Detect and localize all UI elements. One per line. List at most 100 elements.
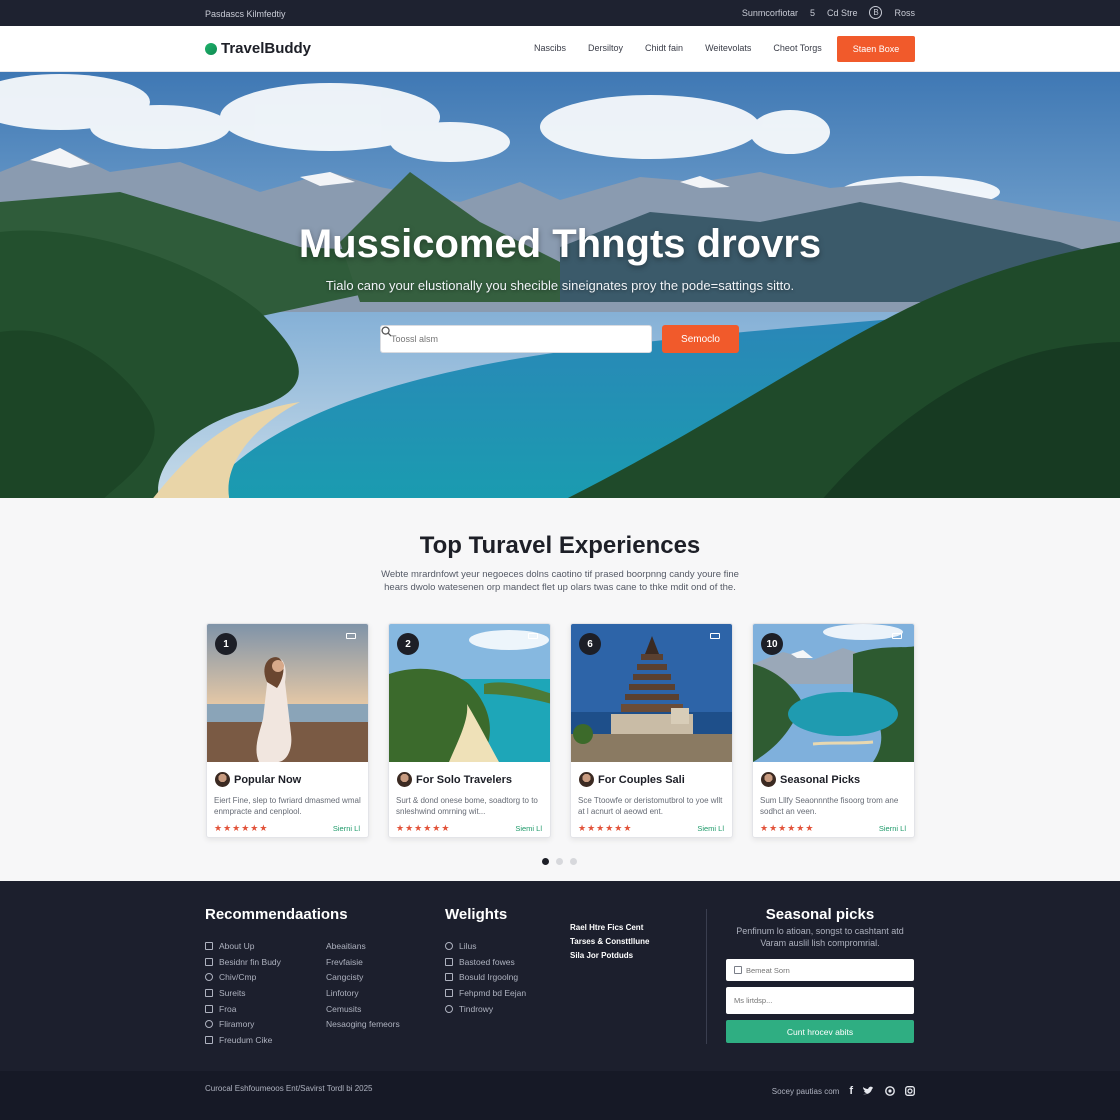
avatar: [215, 772, 230, 787]
brand-logo[interactable]: TravelBuddy: [205, 40, 311, 57]
footer-link[interactable]: Abeaitians: [326, 938, 400, 954]
utility-badge[interactable]: B: [869, 6, 883, 19]
card-link[interactable]: Sierni Ll: [879, 824, 906, 833]
email-input[interactable]: [746, 965, 906, 975]
footer-link[interactable]: Freudum Cike: [205, 1032, 281, 1048]
footer-link[interactable]: Fliramory: [205, 1016, 281, 1032]
social-links: Socey pautias com f: [772, 1085, 915, 1097]
twitter-icon[interactable]: [863, 1086, 875, 1096]
footer-link[interactable]: About Up: [205, 938, 281, 954]
facebook-icon[interactable]: f: [849, 1085, 853, 1097]
newsletter-title: Seasonal picks: [765, 906, 875, 923]
rating-stars: ★★★★★★: [396, 823, 451, 833]
footer-link[interactable]: Bastoed fowes: [445, 954, 526, 970]
hero-search-button[interactable]: Semoclo: [662, 325, 739, 353]
footer-list-right: Abeaitians Frevfaisie Cangcisty Linfotor…: [326, 938, 400, 1032]
message-input[interactable]: [734, 996, 894, 1005]
bookmark-icon[interactable]: [892, 633, 902, 639]
list-icon: [205, 1035, 213, 1044]
email-field[interactable]: [726, 959, 914, 981]
card-title: Popular Now: [234, 774, 302, 786]
nav-link[interactable]: Weitevolats: [705, 43, 751, 53]
instagram-icon[interactable]: [905, 1086, 915, 1096]
list-icon: [445, 973, 453, 982]
avatar: [761, 772, 776, 787]
footer-link[interactable]: Sila Jor Potduds: [570, 949, 649, 963]
hero-subtitle: Tialo cano your elustionally you shecibl…: [325, 278, 795, 293]
message-field[interactable]: [726, 987, 914, 1014]
bookmark-icon[interactable]: [528, 633, 538, 639]
carousel-dot[interactable]: [570, 858, 577, 865]
footer-divider: [706, 909, 707, 1044]
copyright-text: Curocal Eshfoumeoos Ent/Savirst Tordl bi…: [205, 1084, 373, 1093]
list-icon: [445, 941, 453, 950]
footer-list-weights: Lilus Bastoed fowes Bosuld Irgoolng Fehp…: [445, 938, 526, 1016]
newsletter-description: Penfinum lo atioan, songst to cashtant a…: [736, 926, 904, 948]
rating-stars: ★★★★★★: [214, 823, 269, 833]
utility-right-items: Sunmcorfiotar 5 Cd Stre B Ross: [742, 6, 915, 19]
footer-list-left: About Up Besidnr fin Budy Chiv/Cmp Surei…: [205, 938, 281, 1048]
utility-left-text: Pasdascs Kilmfedtiy: [205, 9, 286, 19]
brand-name: TravelBuddy: [221, 40, 312, 57]
footer-link[interactable]: Besidnr fin Budy: [205, 954, 281, 970]
carousel-dot[interactable]: [556, 858, 563, 865]
footer-link[interactable]: Lilus: [445, 938, 526, 954]
carousel-dots: [542, 858, 577, 865]
utility-link[interactable]: Cd Stre: [827, 8, 858, 18]
card-number-badge: 6: [579, 633, 601, 655]
experience-card[interactable]: 6 For Couples Sali Sce Ttoowfe or derist…: [570, 623, 733, 838]
card-link[interactable]: Siemi Ll: [515, 824, 542, 833]
footer-link[interactable]: Fehpmd bd Eejan: [445, 985, 526, 1001]
nav-link[interactable]: Dersiltoy: [588, 43, 623, 53]
card-number-badge: 2: [397, 633, 419, 655]
nav-cta-button[interactable]: Staen Boxe: [837, 36, 915, 62]
card-description: Eiert Fine, slep to fwriard dmasmed wmal…: [214, 796, 361, 816]
nav-link[interactable]: Cheot Torgs: [773, 43, 821, 53]
experience-card[interactable]: 2 For Solo Travelers Surt & dond onese b…: [388, 623, 551, 838]
footer-link[interactable]: Tarses & Consttllune: [570, 935, 649, 949]
card-number-badge: 1: [215, 633, 237, 655]
experience-card[interactable]: 10 Seasonal Picks Sum Lllfy Seaonnnthe f…: [752, 623, 915, 838]
search-icon: [381, 326, 392, 337]
footer-link[interactable]: Froa: [205, 1001, 281, 1017]
bookmark-icon[interactable]: [346, 633, 356, 639]
avatar: [397, 772, 412, 787]
hero-section: Mussicomed Thngts drovrs Tialo cano your…: [0, 72, 1120, 498]
card-link[interactable]: Siemi Ll: [697, 824, 724, 833]
utility-link[interactable]: 5: [810, 8, 815, 18]
card-title: For Solo Travelers: [416, 774, 512, 786]
hero-search-input[interactable]: [391, 334, 611, 344]
footer-link[interactable]: Sureits: [205, 985, 281, 1001]
utility-link[interactable]: Ross: [894, 8, 915, 18]
hero-search-box[interactable]: [380, 325, 652, 353]
experience-card[interactable]: 1 Popular Now Eiert Fine, slep to fwriar…: [206, 623, 369, 838]
experiences-description: Webte mrardnfowt yeur negoeces dolns cao…: [381, 569, 739, 593]
nav-link[interactable]: Nascibs: [534, 43, 566, 53]
card-title: Seasonal Picks: [780, 774, 861, 786]
footer-highlights: Rael Htre Fics Cent Tarses & Consttllune…: [570, 921, 649, 963]
footer: Recommendaations About Up Besidnr fin Bu…: [0, 881, 1120, 1071]
card-description: Sce Ttoowfe or deristomutbrol to yoe wll…: [578, 796, 723, 816]
footer-link[interactable]: Cemusits: [326, 1001, 400, 1017]
list-icon: [205, 973, 213, 982]
hero-title: Mussicomed Thngts drovrs: [298, 222, 822, 266]
footer-link[interactable]: Nesaoging femeors: [326, 1016, 400, 1032]
footer-link[interactable]: Linfotory: [326, 985, 400, 1001]
newsletter-submit-button[interactable]: Cunt hrocev abits: [726, 1020, 914, 1043]
footer-link[interactable]: Chiv/Cmp: [205, 969, 281, 985]
rating-stars: ★★★★★★: [578, 823, 633, 833]
google-plus-icon[interactable]: [885, 1086, 895, 1096]
carousel-dot[interactable]: [542, 858, 549, 865]
footer-link[interactable]: Rael Htre Fics Cent: [570, 921, 649, 935]
nav-link[interactable]: Chidt fain: [645, 43, 683, 53]
footer-link[interactable]: Tindrowy: [445, 1001, 526, 1017]
footer-recommendations-title: Recommendaations: [205, 906, 348, 923]
footer-link[interactable]: Frevfaisie: [326, 954, 400, 970]
footer-link[interactable]: Bosuld Irgoolng: [445, 969, 526, 985]
bookmark-icon[interactable]: [710, 633, 720, 639]
card-link[interactable]: Sierni Ll: [333, 824, 360, 833]
footer-link[interactable]: Cangcisty: [326, 969, 400, 985]
list-icon: [445, 988, 453, 997]
main-navbar: TravelBuddy Nascibs Dersiltoy Chidt fain…: [0, 26, 1120, 72]
utility-link[interactable]: Sunmcorfiotar: [742, 8, 798, 18]
